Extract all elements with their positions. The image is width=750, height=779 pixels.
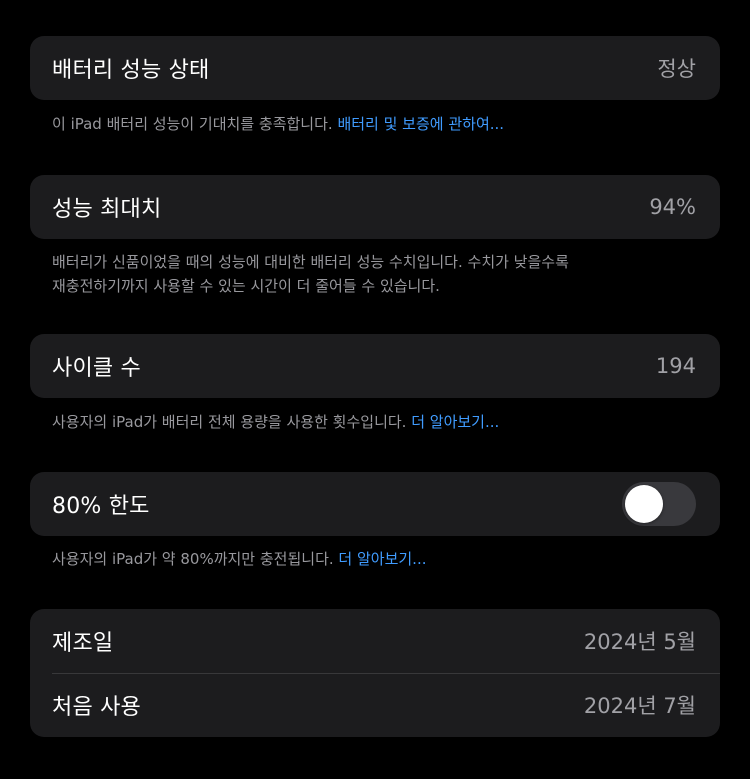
battery-warranty-link[interactable]: 배터리 및 보증에 관하여... — [337, 115, 504, 133]
max-capacity-card: 성능 최대치 94% — [30, 175, 720, 239]
limit-80-toggle[interactable] — [622, 482, 696, 526]
cycle-count-value: 194 — [655, 354, 696, 378]
cycle-count-note-text: 사용자의 iPad가 배터리 전체 용량을 사용한 횟수입니다. — [52, 413, 412, 431]
battery-settings-page: 배터리 성능 상태 정상 이 iPad 배터리 성능이 기대치를 충족합니다. … — [0, 0, 750, 779]
cycle-count-note: 사용자의 iPad가 배터리 전체 용량을 사용한 횟수입니다. 더 알아보기.… — [52, 410, 712, 434]
max-capacity-note-line1: 배터리가 신품이었을 때의 성능에 대비한 배터리 성능 수치입니다. 수치가 … — [52, 253, 569, 271]
max-capacity-label: 성능 최대치 — [52, 197, 162, 222]
max-capacity-note-line2: 재충전하기까지 사용할 수 있는 시간이 더 줄어들 수 있습니다. — [52, 277, 440, 295]
limit-80-row: 80% 한도 — [30, 472, 720, 536]
limit-80-label: 80% 한도 — [52, 494, 150, 519]
first-use-value: 2024년 7월 — [583, 694, 696, 718]
toggle-knob — [625, 485, 663, 523]
cycle-count-card: 사이클 수 194 — [30, 334, 720, 398]
max-capacity-row: 성능 최대치 94% — [30, 175, 720, 239]
limit-80-note-text: 사용자의 iPad가 약 80%까지만 충전됩니다. — [52, 550, 339, 568]
battery-health-note: 이 iPad 배터리 성능이 기대치를 충족합니다. 배터리 및 보증에 관하여… — [52, 112, 712, 136]
battery-health-label: 배터리 성능 상태 — [52, 58, 210, 83]
dates-card: 제조일 2024년 5월 처음 사용 2024년 7월 — [30, 609, 720, 737]
battery-health-value: 정상 — [657, 57, 696, 81]
manufacture-date-value: 2024년 5월 — [583, 630, 696, 654]
max-capacity-value: 94% — [649, 195, 696, 219]
manufacture-date-row: 제조일 2024년 5월 — [30, 609, 720, 673]
max-capacity-note: 배터리가 신품이었을 때의 성능에 대비한 배터리 성능 수치입니다. 수치가 … — [52, 250, 712, 298]
limit-80-note: 사용자의 iPad가 약 80%까지만 충전됩니다. 더 알아보기... — [52, 547, 712, 571]
limit-80-card: 80% 한도 — [30, 472, 720, 536]
battery-health-card[interactable]: 배터리 성능 상태 정상 — [30, 36, 720, 100]
manufacture-date-label: 제조일 — [52, 631, 114, 656]
first-use-row: 처음 사용 2024년 7월 — [30, 673, 720, 737]
cycle-count-label: 사이클 수 — [52, 356, 141, 381]
battery-health-row[interactable]: 배터리 성능 상태 정상 — [30, 36, 720, 100]
cycle-count-learn-more-link[interactable]: 더 알아보기... — [411, 413, 499, 431]
battery-health-note-text: 이 iPad 배터리 성능이 기대치를 충족합니다. — [52, 115, 338, 133]
first-use-label: 처음 사용 — [52, 695, 141, 720]
cycle-count-row: 사이클 수 194 — [30, 334, 720, 398]
limit-80-learn-more-link[interactable]: 더 알아보기... — [338, 550, 426, 568]
